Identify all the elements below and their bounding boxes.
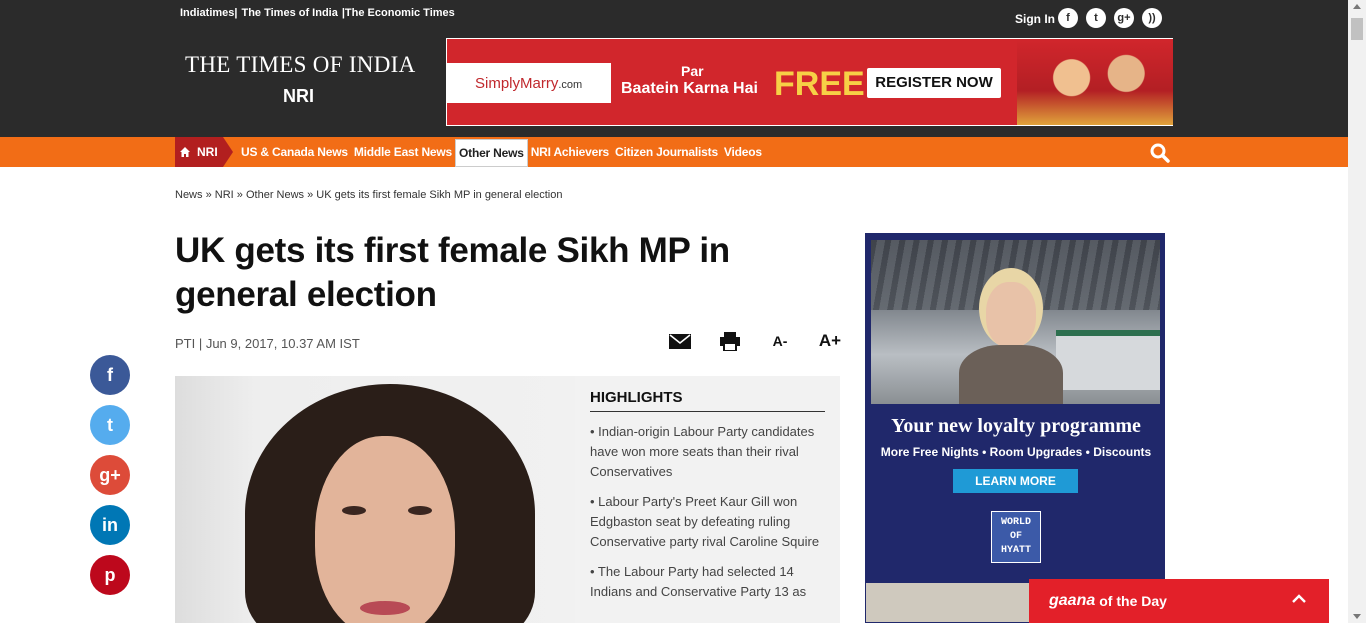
breadcrumb-news[interactable]: News <box>175 189 203 201</box>
highlights-box: HIGHLIGHTS • Indian-origin Labour Party … <box>575 376 840 623</box>
ad-subtitle: More Free Nights • Room Upgrades • Disco… <box>880 445 1152 459</box>
share-pinterest-button[interactable]: p <box>90 555 130 595</box>
nav-item-us-canada[interactable]: US & Canada News <box>238 137 351 167</box>
simplymarry-suffix: .com <box>558 79 583 91</box>
gaana-widget[interactable]: gaana of the Day <box>1029 579 1329 623</box>
scroll-thumb[interactable] <box>1351 18 1363 40</box>
breadcrumb-current: UK gets its first female Sikh MP in gene… <box>316 189 563 201</box>
site-logo[interactable]: THE TIMES OF INDIA <box>185 52 416 78</box>
hyatt-logo-line: OF <box>1009 531 1022 542</box>
twitter-icon[interactable]: t <box>1086 8 1106 28</box>
article-headline: UK gets its first female Sikh MP in gene… <box>175 231 730 314</box>
ad-image <box>871 240 1160 404</box>
facebook-icon: f <box>107 364 113 385</box>
top-header: Indiatimes| The Times of India |The Econom… <box>0 0 1348 137</box>
article-tools: A- A+ <box>655 330 855 352</box>
article-byline: PTI | Jun 9, 2017, 10.37 AM IST <box>175 336 360 351</box>
share-google-plus-button[interactable]: g+ <box>90 455 130 495</box>
chevron-up-icon[interactable] <box>1291 591 1307 607</box>
pinterest-icon: p <box>104 564 116 585</box>
ad-title: Your new loyalty programme <box>891 415 1141 437</box>
breadcrumb-separator: » <box>307 189 314 201</box>
ad-image-face <box>986 282 1036 348</box>
nav-home[interactable]: NRI <box>175 137 233 167</box>
page-scrollbar[interactable] <box>1348 0 1366 623</box>
share-facebook-button[interactable]: f <box>90 355 130 395</box>
highlight-item: • The Labour Party had selected 14 India… <box>590 564 807 599</box>
breadcrumb: News » NRI » Other News » UK gets its fi… <box>175 189 562 201</box>
section-title: NRI <box>283 86 314 106</box>
home-icon <box>180 147 190 157</box>
nav-item-videos[interactable]: Videos <box>721 137 765 167</box>
share-linkedin-button[interactable]: in <box>90 505 130 545</box>
breadcrumb-nri[interactable]: NRI <box>215 189 234 201</box>
photo-eye <box>342 506 366 515</box>
font-decrease-button[interactable]: A- <box>755 330 805 352</box>
register-now-button[interactable]: REGISTER NOW <box>867 68 1001 98</box>
hyatt-logo-line: WORLD <box>1000 517 1031 528</box>
photo-face <box>315 436 455 623</box>
gaana-label: of the Day <box>1099 593 1167 609</box>
linkedin-icon: in <box>102 514 118 535</box>
rss-icon[interactable]: )) <box>1142 8 1162 28</box>
signin-link[interactable]: Sign In <box>1015 12 1055 26</box>
photo-eye <box>408 506 432 515</box>
nav-items: US & Canada News Middle East News Other … <box>238 137 765 167</box>
banner-line-2: Baatein Karna Hai <box>621 80 758 97</box>
nav-item-citizen-journalists[interactable]: Citizen Journalists <box>612 137 721 167</box>
gaana-logo: gaana <box>1049 592 1096 609</box>
print-button[interactable] <box>705 330 755 352</box>
nav-item-middle-east[interactable]: Middle East News <box>351 137 455 167</box>
top-links: Indiatimes| The Times of India |The Econom… <box>180 7 459 19</box>
email-icon <box>669 333 691 349</box>
hyatt-logo: WORLD OF HYATT <box>991 511 1041 563</box>
highlight-item: • Labour Party's Preet Kaur Gill won Edg… <box>590 494 820 549</box>
top-link-toi[interactable]: The Times of India <box>241 7 337 19</box>
article-photo[interactable] <box>175 376 575 623</box>
search-icon[interactable] <box>1150 143 1170 163</box>
simplymarry-brand: SimplyMarry <box>475 75 559 92</box>
banner-ad[interactable]: SimplyMarry.com Par Baatein Karna Hai FR… <box>446 38 1173 126</box>
email-button[interactable] <box>655 330 705 352</box>
banner-couple-image <box>1017 39 1173 125</box>
banner-line-1: Par <box>681 63 704 79</box>
font-increase-button[interactable]: A+ <box>805 330 855 352</box>
breadcrumb-other-news[interactable]: Other News <box>246 189 304 201</box>
scroll-down-arrow[interactable] <box>1353 614 1361 619</box>
learn-more-button[interactable]: LEARN MORE <box>953 469 1078 493</box>
ad-image-body <box>959 345 1063 404</box>
google-plus-icon: g+ <box>99 464 121 485</box>
nav-home-label: NRI <box>197 145 218 159</box>
nav-item-nri-achievers[interactable]: NRI Achievers <box>528 137 612 167</box>
sidebar-ad[interactable]: Your new loyalty programme More Free Nig… <box>865 233 1165 623</box>
facebook-icon[interactable]: f <box>1058 8 1078 28</box>
twitter-icon: t <box>107 414 113 435</box>
share-twitter-button[interactable]: t <box>90 405 130 445</box>
breadcrumb-separator: » <box>205 189 212 201</box>
google-plus-icon[interactable]: g+ <box>1114 8 1134 28</box>
main-nav: NRI US & Canada News Middle East News Ot… <box>0 137 1348 167</box>
hyatt-logo-line: HYATT <box>1000 545 1031 556</box>
highlight-item: • Indian-origin Labour Party candidates … <box>590 424 815 479</box>
breadcrumb-separator: » <box>236 189 243 201</box>
ad-image-train <box>1056 330 1160 390</box>
highlights-title: HIGHLIGHTS <box>590 389 825 412</box>
top-link-indiatimes[interactable]: Indiatimes| <box>180 7 237 19</box>
nav-item-other-news[interactable]: Other News <box>455 138 528 167</box>
simplymarry-logo: SimplyMarry.com <box>447 63 611 103</box>
photo-lips <box>360 601 410 615</box>
top-link-et[interactable]: |The Economic Times <box>342 7 455 19</box>
scroll-up-arrow[interactable] <box>1353 4 1361 9</box>
social-links-top: f t g+ )) <box>1058 8 1162 28</box>
print-icon <box>720 331 740 351</box>
banner-free: FREE <box>774 65 865 103</box>
